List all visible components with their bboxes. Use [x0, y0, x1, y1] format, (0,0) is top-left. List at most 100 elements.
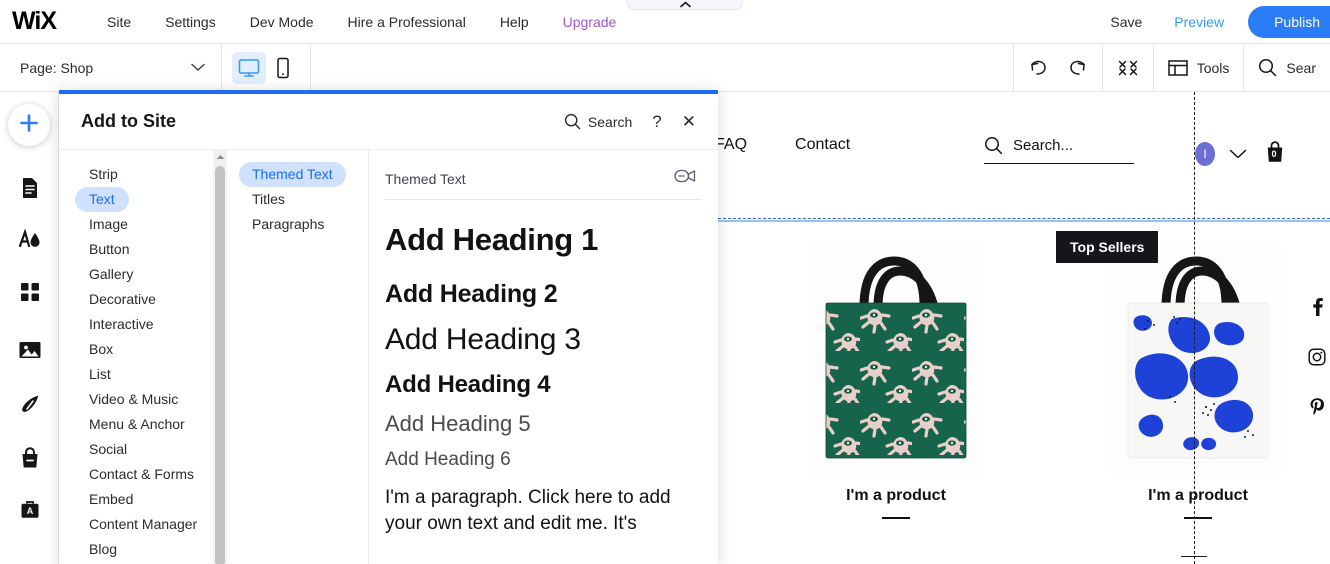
- sample-heading-4[interactable]: Add Heading 4: [369, 371, 718, 399]
- category-box[interactable]: Box: [75, 337, 127, 362]
- topnav-item-help[interactable]: Help: [483, 0, 546, 44]
- topnav-item-upgrade[interactable]: Upgrade: [546, 0, 634, 44]
- product-card-1[interactable]: I'm a product: [786, 247, 1006, 519]
- site-search-placeholder: Search...: [1013, 137, 1074, 154]
- panel-search-button[interactable]: Search: [564, 113, 632, 130]
- sample-paragraph[interactable]: I'm a paragraph. Click here to add your …: [369, 485, 687, 536]
- topnav-item-site[interactable]: Site: [90, 0, 148, 44]
- category-blog[interactable]: Blog: [75, 537, 131, 562]
- panel-header: Add to Site Search ? ✕: [59, 94, 718, 150]
- layout-panel-icon: [1167, 59, 1188, 77]
- tools-button[interactable]: Tools: [1167, 59, 1229, 77]
- blog-pen-icon: [19, 393, 41, 420]
- panel-scrollbar[interactable]: [213, 150, 227, 564]
- wix-editor-window: WiX Site Settings Dev Mode Hire a Profes…: [0, 0, 1330, 564]
- editor-toolbar: Page: Shop Tools Sear: [0, 43, 1330, 92]
- sample-heading-6[interactable]: Add Heading 6: [369, 449, 718, 471]
- help-button[interactable]: ?: [652, 112, 661, 132]
- pages-icon: [20, 177, 40, 204]
- apps-icon: [19, 281, 41, 308]
- category-gallery[interactable]: Gallery: [75, 262, 147, 287]
- mobile-view-button[interactable]: [266, 52, 300, 84]
- desktop-view-button[interactable]: [232, 51, 266, 84]
- cart-count: 0: [1271, 149, 1277, 159]
- site-search-field[interactable]: Search...: [984, 136, 1134, 164]
- product-caption-rule: [882, 517, 910, 519]
- save-button[interactable]: Save: [1094, 14, 1158, 30]
- category-contact-and-forms[interactable]: Contact & Forms: [75, 462, 208, 487]
- site-nav-links: FAQ Contact: [715, 136, 850, 154]
- category-content-manager[interactable]: Content Manager: [75, 512, 211, 537]
- sample-heading-5[interactable]: Add Heading 5: [369, 411, 718, 437]
- avatar[interactable]: I: [1195, 142, 1215, 166]
- instagram-icon[interactable]: [1308, 348, 1326, 371]
- rail-item-design[interactable]: [0, 222, 59, 262]
- zoom-out-button[interactable]: [1117, 58, 1139, 78]
- rail-item-apps[interactable]: [0, 274, 59, 314]
- green-eye-hands-tote: [808, 247, 984, 473]
- undo-button[interactable]: [1028, 58, 1050, 78]
- phone-icon: [277, 57, 289, 78]
- guide-line-marker: [1181, 556, 1207, 557]
- rail-item-store[interactable]: [0, 440, 59, 480]
- panel-header-actions: Search ? ✕: [564, 112, 696, 132]
- wix-logo[interactable]: WiX: [12, 9, 57, 34]
- add-elements-button[interactable]: [8, 104, 50, 146]
- tools-group: Tools: [1152, 43, 1244, 92]
- facebook-icon[interactable]: [1309, 297, 1325, 322]
- topnav-item-hire-a-professional[interactable]: Hire a Professional: [331, 0, 483, 44]
- viewport-switcher: [222, 43, 311, 92]
- top-bar-actions: Save Preview Publish: [1094, 5, 1330, 38]
- category-social[interactable]: Social: [75, 437, 141, 462]
- category-text[interactable]: Text: [75, 187, 129, 212]
- chevron-down-icon[interactable]: [1229, 147, 1247, 165]
- category-decorative[interactable]: Decorative: [75, 287, 170, 312]
- editor-search-button[interactable]: Sear: [1258, 58, 1316, 77]
- rail-item-pages[interactable]: [0, 170, 59, 210]
- rail-item-bookings[interactable]: A: [0, 492, 59, 532]
- top-nav: Site Settings Dev Mode Hire a Profession…: [90, 0, 633, 44]
- pinterest-icon[interactable]: [1309, 397, 1325, 422]
- history-group: [1012, 43, 1102, 92]
- category-button[interactable]: Button: [75, 237, 143, 262]
- subcategory-themed-text[interactable]: Themed Text: [239, 162, 346, 187]
- collapse-toolbar-tab[interactable]: [627, 0, 743, 10]
- zoom-out-icon: [1118, 60, 1137, 75]
- sample-heading-3[interactable]: Add Heading 3: [369, 323, 718, 357]
- site-nav-item-contact[interactable]: Contact: [795, 136, 850, 154]
- product-caption-rule: [1184, 517, 1212, 519]
- video-icon[interactable]: [674, 168, 696, 189]
- rail-item-media[interactable]: [0, 332, 59, 372]
- category-menu-and-anchor[interactable]: Menu & Anchor: [75, 412, 199, 437]
- category-embed[interactable]: Embed: [75, 487, 147, 512]
- search-icon: [1258, 58, 1277, 77]
- product-card-2[interactable]: I'm a product: [1088, 247, 1308, 519]
- page-selector[interactable]: Page: Shop: [0, 43, 222, 92]
- close-button[interactable]: ✕: [682, 113, 696, 130]
- social-links-rail: [1308, 297, 1326, 422]
- sample-heading-2[interactable]: Add Heading 2: [369, 280, 718, 309]
- product-caption: I'm a product: [846, 487, 946, 504]
- sample-heading-1[interactable]: Add Heading 1: [369, 222, 718, 258]
- category-image[interactable]: Image: [75, 212, 142, 237]
- add-to-site-panel: Add to Site Search ? ✕ Strip Text Image …: [59, 90, 718, 564]
- redo-button[interactable]: [1066, 58, 1088, 78]
- subcategory-paragraphs[interactable]: Paragraphs: [239, 212, 337, 237]
- preview-button[interactable]: Preview: [1158, 14, 1240, 30]
- scroll-up-icon[interactable]: [213, 150, 227, 164]
- redo-icon: [1069, 60, 1085, 75]
- site-nav-item-faq[interactable]: FAQ: [715, 136, 747, 154]
- category-video-and-music[interactable]: Video & Music: [75, 387, 192, 412]
- scrollbar-thumb[interactable]: [215, 166, 225, 564]
- subcategory-titles[interactable]: Titles: [239, 187, 298, 212]
- category-interactive[interactable]: Interactive: [75, 312, 168, 337]
- category-list[interactable]: List: [75, 362, 125, 387]
- topnav-item-settings[interactable]: Settings: [148, 0, 233, 44]
- category-strip[interactable]: Strip: [75, 162, 132, 187]
- publish-button[interactable]: Publish: [1248, 5, 1330, 38]
- topnav-item-dev-mode[interactable]: Dev Mode: [233, 0, 331, 44]
- cart-button[interactable]: 0: [1265, 140, 1285, 169]
- section-header: Themed Text: [369, 150, 718, 189]
- design-icon: [18, 227, 42, 256]
- rail-item-blog[interactable]: [0, 386, 59, 426]
